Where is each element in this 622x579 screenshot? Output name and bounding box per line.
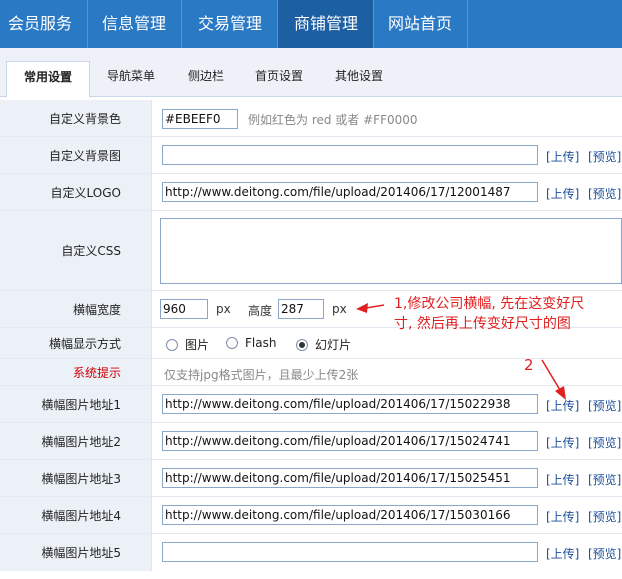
row-banner-3: 横幅图片地址3 http://www.deitong.com/file/uplo… bbox=[0, 460, 622, 497]
banner-mode-image-radio[interactable]: 图片 bbox=[166, 336, 209, 353]
bg-image-label: 自定义背景图 bbox=[0, 137, 152, 173]
row-bg-color: 自定义背景色 #EBEEF0 例如红色为 red 或者 #FF0000 bbox=[0, 100, 622, 137]
banner-height-unit: px bbox=[332, 302, 347, 316]
banner-mode-flash-radio[interactable]: Flash bbox=[226, 336, 276, 350]
row-bg-image: 自定义背景图 [上传] [预览] bbox=[0, 137, 622, 174]
logo-preview-link[interactable]: [预览] bbox=[588, 185, 621, 202]
topnav-shop-manage[interactable]: 商铺管理 bbox=[278, 0, 374, 48]
banner-width-input[interactable]: 960 bbox=[160, 299, 208, 319]
banner-height-label: 高度 bbox=[248, 304, 273, 318]
logo-input[interactable]: http://www.deitong.com/file/upload/20140… bbox=[162, 182, 538, 202]
radio-label: Flash bbox=[245, 336, 277, 350]
banner-height-input[interactable]: 287 bbox=[278, 299, 324, 319]
bg-color-label: 自定义背景色 bbox=[0, 100, 152, 136]
banner-5-upload-link[interactable]: [上传] bbox=[546, 545, 579, 562]
banner-5-preview-link[interactable]: [预览] bbox=[588, 545, 621, 562]
row-logo: 自定义LOGO http://www.deitong.com/file/uplo… bbox=[0, 174, 622, 211]
banner-1-upload-link[interactable]: [上传] bbox=[546, 397, 579, 414]
banner-3-label: 横幅图片地址3 bbox=[0, 460, 152, 496]
annotation-note-1-line-2: 寸, 然后再上传变好尺寸的图 bbox=[394, 316, 571, 332]
tab-other-settings[interactable]: 其他设置 bbox=[324, 61, 394, 97]
banner-1-input[interactable]: http://www.deitong.com/file/upload/20140… bbox=[162, 394, 538, 414]
tab-sidebar[interactable]: 侧边栏 bbox=[178, 61, 234, 97]
custom-css-label: 自定义CSS bbox=[0, 211, 152, 290]
banner-1-preview-link[interactable]: [预览] bbox=[588, 397, 621, 414]
topnav-info-manage[interactable]: 信息管理 bbox=[88, 0, 182, 48]
banner-3-upload-link[interactable]: [上传] bbox=[546, 471, 579, 488]
top-nav: 会员服务 信息管理 交易管理 商铺管理 网站首页 bbox=[0, 0, 622, 48]
radio-selected-icon bbox=[296, 338, 308, 351]
topnav-site-home[interactable]: 网站首页 bbox=[374, 0, 468, 48]
banner-4-upload-link[interactable]: [上传] bbox=[546, 508, 579, 525]
tab-common-settings[interactable]: 常用设置 bbox=[6, 61, 90, 98]
tab-home-settings[interactable]: 首页设置 bbox=[244, 61, 314, 97]
topnav-trade-manage[interactable]: 交易管理 bbox=[182, 0, 278, 48]
banner-mode-slideshow-radio[interactable]: 幻灯片 bbox=[296, 336, 351, 353]
banner-4-label: 横幅图片地址4 bbox=[0, 497, 152, 533]
radio-circle-icon bbox=[166, 338, 178, 351]
sub-nav: 常用设置 导航菜单 侧边栏 首页设置 其他设置 bbox=[0, 48, 622, 98]
annotation-note-2: 2 bbox=[524, 356, 534, 374]
row-custom-css: 自定义CSS bbox=[0, 211, 622, 291]
row-banner-2: 横幅图片地址2 http://www.deitong.com/file/uplo… bbox=[0, 423, 622, 460]
banner-5-label: 横幅图片地址5 bbox=[0, 534, 152, 571]
banner-2-upload-link[interactable]: [上传] bbox=[546, 434, 579, 451]
banner-3-input[interactable]: http://www.deitong.com/file/upload/20140… bbox=[162, 468, 538, 488]
custom-css-textarea[interactable] bbox=[160, 218, 622, 284]
banner-width-label: 横幅宽度 bbox=[0, 291, 152, 327]
banner-4-preview-link[interactable]: [预览] bbox=[588, 508, 621, 525]
system-tip-label: 系统提示 bbox=[0, 359, 152, 385]
bg-color-hint: 例如红色为 red 或者 #FF0000 bbox=[248, 113, 418, 127]
tab-nav-menu[interactable]: 导航菜单 bbox=[98, 61, 164, 97]
banner-2-preview-link[interactable]: [预览] bbox=[588, 434, 621, 451]
radio-circle-icon bbox=[226, 337, 238, 349]
logo-upload-link[interactable]: [上传] bbox=[546, 185, 579, 202]
annotation-note-1-line-1: 1,修改公司横幅, 先在这变好尺 bbox=[394, 296, 585, 312]
logo-label: 自定义LOGO bbox=[0, 174, 152, 210]
bg-image-preview-link[interactable]: [预览] bbox=[588, 148, 621, 165]
banner-width-unit: px bbox=[216, 302, 231, 316]
banner-2-input[interactable]: http://www.deitong.com/file/upload/20140… bbox=[162, 431, 538, 451]
row-banner-1: 横幅图片地址1 http://www.deitong.com/file/uplo… bbox=[0, 386, 622, 423]
radio-label: 幻灯片 bbox=[315, 338, 352, 352]
banner-1-label: 横幅图片地址1 bbox=[0, 386, 152, 422]
bg-image-upload-link[interactable]: [上传] bbox=[546, 148, 579, 165]
bg-image-input[interactable] bbox=[162, 145, 538, 165]
banner-2-label: 横幅图片地址2 bbox=[0, 423, 152, 459]
system-tip-text: 仅支持jpg格式图片，且最少上传2张 bbox=[164, 368, 359, 382]
banner-5-input[interactable] bbox=[162, 542, 538, 562]
row-banner-5: 横幅图片地址5 [上传] [预览] bbox=[0, 534, 622, 579]
row-banner-4: 横幅图片地址4 http://www.deitong.com/file/uplo… bbox=[0, 497, 622, 534]
topnav-member-service[interactable]: 会员服务 bbox=[0, 0, 88, 48]
banner-4-input[interactable]: http://www.deitong.com/file/upload/20140… bbox=[162, 505, 538, 525]
banner-mode-label: 横幅显示方式 bbox=[0, 328, 152, 358]
radio-label: 图片 bbox=[185, 338, 210, 352]
bg-color-input[interactable]: #EBEEF0 bbox=[162, 109, 238, 129]
banner-3-preview-link[interactable]: [预览] bbox=[588, 471, 621, 488]
